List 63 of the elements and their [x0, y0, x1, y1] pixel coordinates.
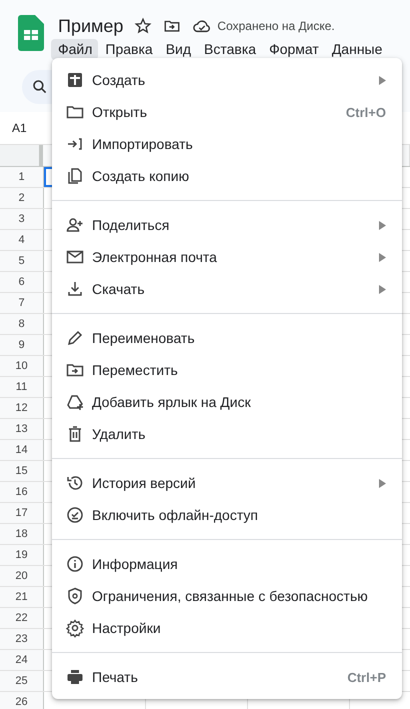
row-number[interactable]: 1 [0, 167, 44, 187]
check-circle-icon [65, 505, 85, 525]
menu-item[interactable]: Настройки [52, 612, 402, 644]
row-number[interactable]: 24 [0, 650, 44, 670]
info-icon [65, 554, 85, 574]
row-number[interactable]: 12 [0, 398, 44, 418]
row-number[interactable]: 23 [0, 629, 44, 649]
menu-bar-item[interactable]: Вставка [197, 39, 262, 60]
row-number[interactable]: 7 [0, 293, 44, 313]
menu-item[interactable]: Ограничения, связанные с безопасностью [52, 580, 402, 612]
settings-icon [65, 618, 85, 638]
menu-bar-item[interactable]: Формат [262, 39, 325, 60]
row-number[interactable]: 20 [0, 566, 44, 586]
row-number[interactable]: 13 [0, 419, 44, 439]
menu-item[interactable]: Добавить ярлык на Диск [52, 386, 402, 418]
row-number[interactable]: 9 [0, 335, 44, 355]
row-number[interactable]: 10 [0, 356, 44, 376]
menu-bar-item[interactable]: Правка [98, 39, 159, 60]
menu-item[interactable]: Создать [52, 64, 402, 96]
menu-item[interactable]: Создать копию [52, 160, 402, 192]
menu-item[interactable]: Электронная почта [52, 241, 402, 273]
row-number[interactable]: 14 [0, 440, 44, 460]
menu-item[interactable]: Печать Ctrl+P [52, 661, 402, 693]
printer-icon [65, 667, 85, 687]
spreadsheet-logo-icon[interactable] [18, 15, 44, 51]
row-number[interactable]: 2 [0, 188, 44, 208]
menu-item[interactable]: Переместить [52, 354, 402, 386]
row-number[interactable]: 25 [0, 671, 44, 691]
menu-item[interactable]: Открыть Ctrl+O [52, 96, 402, 128]
row-number[interactable]: 8 [0, 314, 44, 334]
menu-bar-item[interactable]: Данные [324, 39, 388, 60]
row-number[interactable]: 6 [0, 272, 44, 292]
menu-item[interactable]: Импортировать [52, 128, 402, 160]
row-number[interactable]: 5 [0, 251, 44, 271]
menu-bar-item[interactable]: Вид [158, 39, 198, 60]
menu-item[interactable]: Удалить [52, 418, 402, 450]
menu-item[interactable]: Информация [52, 548, 402, 580]
row-number[interactable]: 11 [0, 377, 44, 397]
row-number[interactable]: 18 [0, 524, 44, 544]
row-number[interactable]: 21 [0, 587, 44, 607]
menu-item[interactable]: История версий [52, 467, 402, 499]
save-status: Сохранено на Диске. [217, 19, 335, 33]
row-number[interactable]: 16 [0, 482, 44, 502]
row-number[interactable]: 15 [0, 461, 44, 481]
row-number[interactable]: 4 [0, 230, 44, 250]
search-icon[interactable] [32, 79, 48, 95]
menu-item[interactable]: Поделиться [52, 209, 402, 241]
name-box[interactable]: A1 [12, 121, 27, 135]
shortcut-label: Ctrl+P [347, 670, 386, 684]
shortcut-label: Ctrl+O [346, 104, 386, 120]
menu-item[interactable]: Включить офлайн-доступ [52, 499, 402, 531]
star-icon[interactable] [134, 17, 152, 35]
menu-item[interactable]: Переименовать [52, 322, 402, 354]
row-number[interactable]: 3 [0, 209, 44, 229]
plus-box-icon [65, 70, 85, 90]
pencil-icon [65, 328, 85, 348]
row-number[interactable]: 19 [0, 545, 44, 565]
menu-item[interactable]: Скачать [52, 273, 402, 305]
row-number[interactable]: 22 [0, 608, 44, 628]
document-title[interactable]: Пример [58, 16, 124, 36]
row-number[interactable]: 26 [0, 692, 44, 709]
row-number[interactable]: 17 [0, 503, 44, 523]
menu-bar-item[interactable]: Файл [51, 39, 98, 60]
